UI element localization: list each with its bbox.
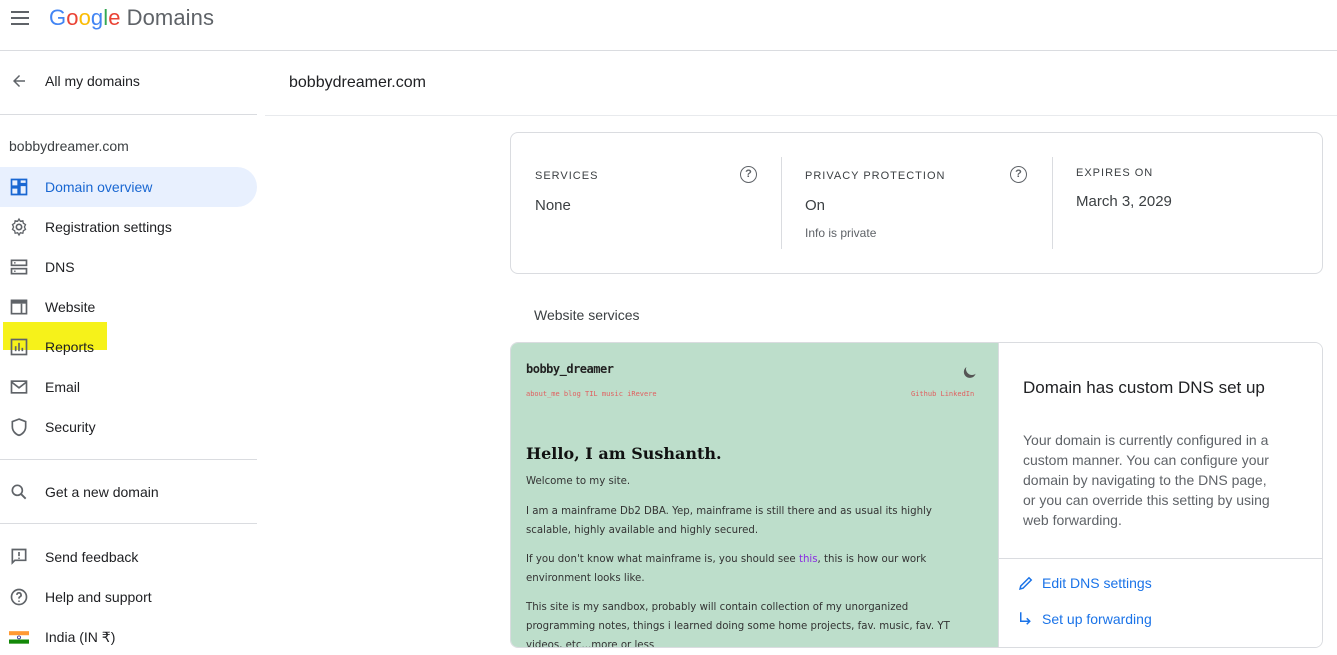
sidebar-item-label: Email (45, 379, 81, 395)
edit-dns-settings-label: Edit DNS settings (1042, 575, 1152, 591)
feedback-icon (11, 548, 27, 565)
services-column: SERVICES ? None (511, 133, 781, 275)
website-services-heading: Website services (534, 307, 640, 323)
send-feedback-label: Send feedback (45, 549, 139, 565)
subdirectory-arrow-icon (1020, 612, 1031, 625)
help-and-support-label: Help and support (45, 589, 152, 605)
logo-letter: o (66, 5, 79, 30)
privacy-column: PRIVACY PROTECTION ? On Info is private (782, 133, 1052, 275)
divider (0, 459, 257, 460)
custom-dns-description: Your domain is currently configured in a… (1023, 432, 1270, 528)
sidebar-item-registration-settings[interactable]: Registration settings (0, 207, 257, 247)
moon-icon (964, 361, 979, 376)
page-header: bobbydreamer.com (265, 51, 1337, 116)
top-app-bar: Google Domains (0, 0, 1337, 51)
sidebar-item-label: Website (45, 299, 96, 315)
all-my-domains-link[interactable]: All my domains (0, 61, 257, 101)
sidebar-item-domain-overview[interactable]: Domain overview (0, 167, 257, 207)
search-icon (11, 484, 27, 500)
privacy-value: On (805, 197, 826, 214)
india-flag-icon (9, 631, 29, 644)
preview-text: If you don't know what mainframe is, you… (526, 554, 799, 565)
sidebar-domain-heading: bobbydreamer.com (9, 138, 129, 154)
dashboard-icon (10, 178, 28, 196)
preview-link: this (798, 554, 818, 565)
help-and-support-link[interactable]: Help and support (0, 577, 257, 617)
expires-column: EXPIRES ON March 3, 2029 (1053, 133, 1323, 275)
country-label: India (IN ₹) (45, 629, 116, 645)
preview-paragraph: If you don't know what mainframe is, you… (526, 550, 976, 588)
sidebar-item-label: Reports (45, 339, 95, 355)
services-caption: SERVICES (535, 170, 599, 182)
preview-social-links: Github LinkedIn (911, 390, 975, 398)
product-name: Domains (126, 5, 215, 30)
reports-icon (10, 338, 28, 356)
preview-paragraph: I am a mainframe Db2 DBA. Yep, mainframe… (526, 506, 932, 536)
domain-summary-card: SERVICES ? None PRIVACY PROTECTION ? On … (510, 132, 1323, 274)
website-icon (10, 299, 28, 315)
sidebar-item-security[interactable]: Security (0, 407, 257, 447)
set-up-forwarding-label: Set up forwarding (1042, 611, 1152, 627)
logo-letter: G (49, 5, 67, 30)
sidebar-item-label: Registration settings (45, 219, 172, 235)
sidebar-item-reports[interactable]: Reports (0, 327, 257, 367)
website-services-card: bobby_dreamer about_me blog TIL music iR… (510, 342, 1323, 648)
sidebar-item-website[interactable]: Website (0, 287, 257, 327)
all-my-domains-label: All my domains (45, 73, 140, 89)
expires-caption: EXPIRES ON (1076, 167, 1154, 179)
divider (0, 114, 257, 115)
hamburger-menu-icon[interactable] (8, 6, 34, 32)
shield-icon (11, 418, 27, 437)
privacy-help-icon[interactable]: ? (1010, 166, 1027, 183)
services-value: None (535, 197, 571, 214)
pencil-icon (1018, 576, 1033, 591)
dns-icon (10, 259, 28, 275)
custom-dns-title: Domain has custom DNS set up (1023, 378, 1265, 397)
sidebar-item-label: Security (45, 419, 96, 435)
services-help-icon[interactable]: ? (740, 166, 757, 183)
country-selector[interactable]: India (IN ₹) (0, 617, 257, 655)
divider (0, 523, 257, 524)
arrow-back-icon (13, 75, 25, 87)
send-feedback-link[interactable]: Send feedback (0, 537, 257, 577)
sidebar-item-dns[interactable]: DNS (0, 247, 257, 287)
preview-paragraph: Welcome to my site. (526, 476, 631, 487)
gear-icon (11, 217, 27, 237)
custom-dns-panel: Domain has custom DNS set up Your domain… (998, 343, 1322, 647)
logo-letter: g (90, 5, 104, 30)
website-preview-thumbnail[interactable]: bobby_dreamer about_me blog TIL music iR… (511, 343, 998, 648)
preview-nav-links: about_me blog TIL music iRevere (526, 390, 657, 398)
get-new-domain-label: Get a new domain (45, 484, 159, 500)
sidebar-item-label: Domain overview (45, 179, 153, 195)
page-title: bobbydreamer.com (289, 74, 426, 91)
google-domains-logo[interactable]: Google Domains (49, 5, 214, 31)
privacy-caption: PRIVACY PROTECTION (805, 170, 946, 182)
mail-icon (10, 380, 28, 394)
sidebar-item-label: DNS (45, 259, 75, 275)
preview-paragraph: This site is my sandbox, probably will c… (526, 602, 950, 648)
logo-letter: o (78, 5, 91, 30)
get-new-domain-link[interactable]: Get a new domain (0, 472, 257, 512)
privacy-subtext: Info is private (805, 226, 877, 240)
expires-value: March 3, 2029 (1076, 193, 1172, 210)
help-icon (10, 588, 28, 606)
sidebar-item-email[interactable]: Email (0, 367, 257, 407)
preview-heading: Hello, I am Sushanth. (526, 444, 722, 463)
divider (999, 558, 1322, 559)
logo-letter: e (108, 5, 121, 30)
preview-site-brand: bobby_dreamer (526, 362, 614, 376)
